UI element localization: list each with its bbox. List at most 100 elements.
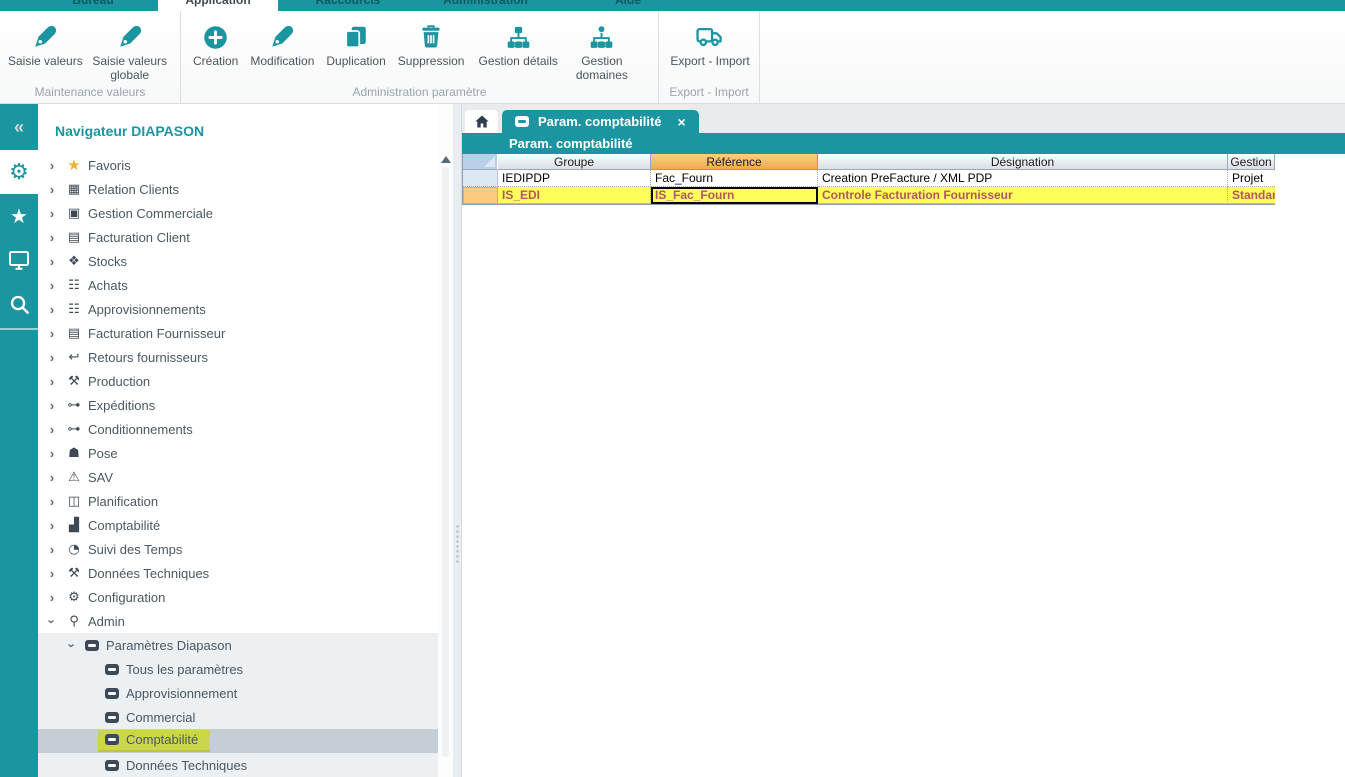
chevron-right-icon[interactable]: › [46,182,58,197]
chevron-right-icon[interactable]: › [46,398,58,413]
row-selector-cell[interactable] [463,170,498,187]
tree-item-label: Production [88,374,150,389]
cell-groupe[interactable]: IEDIPDP [498,170,651,187]
chevron-right-icon[interactable]: › [46,590,58,605]
sidebar-item-donnees-techniques[interactable]: › ⚒ Données Techniques [38,561,438,585]
cell-gestion[interactable]: Projet [1228,170,1275,187]
sidebar-item-configuration[interactable]: › ⚙ Configuration [38,585,438,609]
cell-reference[interactable]: Fac_Fourn [651,170,818,187]
sidebar-item-facturation-fournisseur[interactable]: › ▤ Facturation Fournisseur [38,321,438,345]
duplication-button[interactable]: Duplication [326,22,385,69]
sidebar-item-conditionnements[interactable]: › ⊶ Conditionnements [38,417,438,441]
sidebar-item-achats[interactable]: › ☷ Achats [38,273,438,297]
chevron-right-icon[interactable]: › [46,494,58,509]
sidebar-item-facturation-client[interactable]: › ▤ Facturation Client [38,225,438,249]
sitemap-icon [588,22,615,52]
tree-scrollbar[interactable] [438,104,453,777]
saisie-valeurs-globale-button[interactable]: Saisie valeurs globale [87,22,173,83]
chevron-right-icon[interactable]: › [46,422,58,437]
sidebar-item-commercial[interactable]: Commercial [38,705,438,729]
column-header-groupe[interactable]: Groupe [498,154,651,170]
chevron-right-icon[interactable]: › [46,350,58,365]
rail-item-modules[interactable]: ⚙ [0,150,38,194]
scrollbar-track[interactable] [442,167,449,757]
panel-splitter[interactable] [453,104,462,777]
home-tab[interactable] [465,110,498,133]
sidebar-item-suivi-des-temps[interactable]: › ◔ Suivi des Temps [38,537,438,561]
chevron-right-icon[interactable]: › [46,446,58,461]
chevron-down-icon[interactable]: › [45,615,60,627]
menu-tab-application[interactable]: Application [158,0,278,11]
sidebar-item-comptabilite[interactable]: › ▟ Comptabilité [38,513,438,537]
chevron-right-icon[interactable]: › [46,206,58,221]
chevron-right-icon[interactable]: › [46,278,58,293]
chevron-right-icon[interactable]: › [46,374,58,389]
sidebar-item-donnees-techniques-param[interactable]: Données Techniques [38,753,438,777]
sidebar-item-relation-clients[interactable]: › ▦ Relation Clients [38,177,438,201]
sidebar-item-parametres-diapason[interactable]: › Paramètres Diapason [38,633,438,657]
menu-tab-raccourcis[interactable]: Raccourcis [278,0,418,11]
sidebar-item-tous-les-parametres[interactable]: Tous les paramètres [38,657,438,681]
cell-designation[interactable]: Creation PreFacture / XML PDP [818,170,1228,187]
sidebar-item-approvisionnements[interactable]: › ☷ Approvisionnements [38,297,438,321]
sidebar-item-production[interactable]: › ⚒ Production [38,369,438,393]
chevron-right-icon[interactable]: › [46,566,58,581]
sidebar-item-admin[interactable]: › ⚲ Admin [38,609,438,633]
menu-tab-aide[interactable]: Aide [553,0,703,11]
chevron-right-icon[interactable]: › [46,518,58,533]
splitter-grip-icon[interactable] [455,524,460,564]
chevron-right-icon[interactable]: › [46,230,58,245]
collapse-sidebar-button[interactable]: « [0,104,38,150]
tab-label: Param. comptabilité [538,114,662,129]
table-row-selected[interactable]: IS_EDI IS_Fac_Fourn Controle Facturation… [463,187,1274,204]
chevron-right-icon[interactable]: › [46,254,58,269]
button-label: Saisie valeurs globale [87,55,173,83]
cell-gestion[interactable]: Standard [1228,187,1275,204]
cell-groupe[interactable]: IS_EDI [498,187,651,204]
menubar-spacer [0,0,28,11]
gestion-details-button[interactable]: Gestion détails [478,22,557,69]
monitor-icon [7,248,31,272]
sidebar-item-favoris[interactable]: › ★ Favoris [38,153,438,177]
chevron-right-icon[interactable]: › [46,158,58,173]
row-selector-cell[interactable] [463,187,498,204]
sidebar-item-approvisionnement[interactable]: Approvisionnement [38,681,438,705]
sidebar-item-sav[interactable]: › ⚠ SAV [38,465,438,489]
gestion-domaines-button[interactable]: Gestion domaines [570,22,634,83]
cell-designation[interactable]: Controle Facturation Fournisseur [818,187,1228,204]
menu-tab-bureau[interactable]: Bureau [28,0,158,11]
chevron-right-icon[interactable]: › [46,326,58,341]
menu-tab-administration[interactable]: Administration [418,0,553,11]
modification-button[interactable]: Modification [250,22,314,69]
table-row[interactable]: IEDIPDP Fac_Fourn Creation PreFacture / … [463,170,1274,187]
tree-item-label: Admin [88,614,125,629]
chevron-right-icon[interactable]: › [46,542,58,557]
tab-param-comptabilite[interactable]: Param. comptabilité × [502,110,699,133]
sidebar-item-planification[interactable]: › ◫ Planification [38,489,438,513]
rail-item-screens[interactable] [0,238,38,282]
sidebar-item-pose[interactable]: › ☗ Pose [38,441,438,465]
ribbon-group-label: Maintenance valeurs [0,85,180,99]
column-header-designation[interactable]: Désignation [818,154,1228,170]
chevron-down-icon[interactable]: › [65,639,80,651]
suppression-button[interactable]: Suppression [398,22,465,69]
chevron-right-icon[interactable]: › [46,302,58,317]
scroll-up-arrow-icon[interactable] [441,156,451,163]
creation-button[interactable]: Création [193,22,238,69]
chevron-right-icon[interactable]: › [46,470,58,485]
close-icon[interactable]: × [678,114,686,130]
sidebar-item-comptabilite-param[interactable]: Comptabilité [38,729,438,753]
cell-reference-focused[interactable]: IS_Fac_Fourn [651,187,818,204]
saisie-valeurs-button[interactable]: Saisie valeurs [8,22,83,69]
rail-item-search[interactable] [0,282,38,326]
pen-icon [269,22,295,52]
rail-item-favorites[interactable]: ★ [0,194,38,238]
sidebar-item-gestion-commerciale[interactable]: › ▣ Gestion Commerciale [38,201,438,225]
sidebar-item-expeditions[interactable]: › ⊶ Expéditions [38,393,438,417]
sidebar-item-stocks[interactable]: › ❖ Stocks [38,249,438,273]
column-header-gestion[interactable]: Gestion [1228,154,1275,170]
select-all-cell[interactable] [463,154,498,170]
column-header-reference[interactable]: Référence [651,154,818,170]
export-import-button[interactable]: Export - Import [670,22,749,69]
sidebar-item-retours-fournisseurs[interactable]: › ↩ Retours fournisseurs [38,345,438,369]
